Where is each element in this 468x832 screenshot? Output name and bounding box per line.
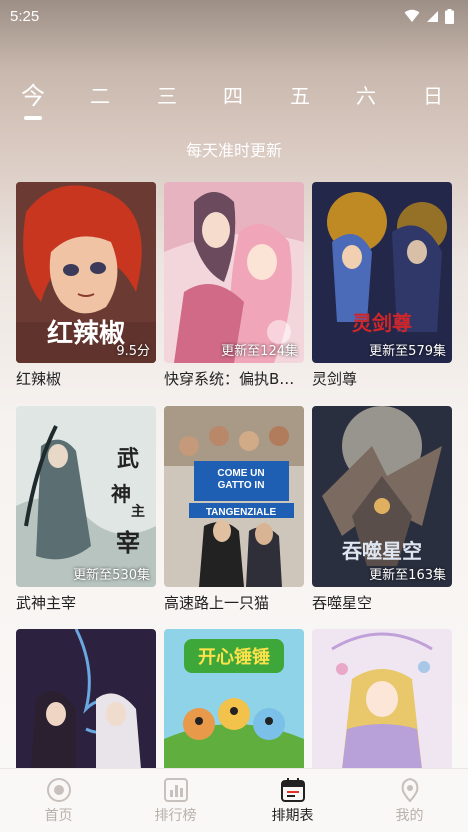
svg-text:COME UN: COME UN — [217, 468, 264, 479]
anime-cover[interactable]: COME UN GATTO IN TANGENZIALE — [164, 406, 304, 587]
nav-home[interactable]: 首页 — [0, 769, 117, 832]
episode-badge: 更新至163集 — [369, 568, 446, 583]
active-tab-indicator — [24, 116, 42, 120]
tab-thursday[interactable]: 四 — [213, 80, 253, 112]
anime-cover[interactable]: 更新至124集 — [164, 182, 304, 363]
nav-home-label: 首页 — [44, 807, 73, 824]
bottom-nav: 首页 排行榜 排期表 我的 — [0, 768, 468, 832]
anime-cover[interactable] — [312, 629, 452, 768]
anime-cover[interactable]: 吞噬星空 更新至163集 — [312, 406, 452, 587]
score-badge: 9.5分 — [116, 344, 150, 359]
anime-card[interactable]: 红辣椒 9.5分 红辣椒 — [16, 182, 156, 389]
anime-card[interactable]: 开心锤锤 — [164, 629, 304, 768]
calendar-icon — [280, 777, 305, 802]
anime-card[interactable]: 武 神 主 宰 更新至530集 武神主宰 — [16, 406, 156, 613]
nav-schedule[interactable]: 排期表 — [234, 769, 351, 832]
tab-friday[interactable]: 五 — [280, 80, 320, 112]
anime-title[interactable]: 灵剑尊 — [312, 369, 452, 389]
cover-title-text: 开心锤锤 — [198, 646, 270, 668]
anime-card[interactable] — [16, 629, 156, 768]
tab-wednesday[interactable]: 三 — [147, 80, 187, 112]
cover-title-text: 吞噬星空 — [342, 539, 422, 563]
svg-text:主: 主 — [131, 503, 145, 520]
svg-text:GATTO IN: GATTO IN — [218, 480, 265, 491]
anime-cover[interactable]: 红辣椒 9.5分 — [16, 182, 156, 363]
tab-tuesday[interactable]: 二 — [80, 80, 120, 112]
anime-title[interactable]: 武神主宰 — [16, 593, 156, 613]
anime-card[interactable]: 吞噬星空 更新至163集 吞噬星空 — [312, 406, 452, 613]
anime-title[interactable]: 快穿系统：偏执B… — [164, 369, 304, 389]
anime-cover[interactable]: 灵剑尊 更新至579集 — [312, 182, 452, 363]
anime-card[interactable]: 灵剑尊 更新至579集 灵剑尊 — [312, 182, 452, 389]
tab-today[interactable]: 今 — [13, 80, 53, 112]
anime-card[interactable]: COME UN GATTO IN TANGENZIALE 高速路上一只猫 — [164, 406, 304, 613]
svg-text:神: 神 — [111, 482, 131, 506]
nav-ranking-label: 排行榜 — [154, 807, 197, 824]
anime-cover[interactable]: 武 神 主 宰 更新至530集 — [16, 406, 156, 587]
anime-card[interactable]: 更新至124集 快穿系统：偏执B… — [164, 182, 304, 389]
nav-ranking[interactable]: 排行榜 — [117, 769, 234, 832]
nav-schedule-label: 排期表 — [271, 807, 314, 824]
svg-text:宰: 宰 — [116, 528, 140, 557]
cover-title-text: 红辣椒 — [47, 318, 125, 349]
svg-text:TANGENZIALE: TANGENZIALE — [206, 507, 277, 518]
tab-sunday[interactable]: 日 — [413, 80, 453, 112]
episode-badge: 更新至579集 — [369, 344, 446, 359]
schedule-subtitle: 每天准时更新 — [185, 141, 282, 160]
episode-badge: 更新至124集 — [221, 344, 298, 359]
chart-icon — [163, 777, 188, 802]
episode-badge: 更新至530集 — [73, 568, 150, 583]
day-tabs: 今 二 三 四 五 六 日 — [0, 80, 468, 120]
tab-saturday[interactable]: 六 — [346, 80, 386, 112]
anime-title[interactable]: 吞噬星空 — [312, 593, 452, 613]
anime-title[interactable]: 高速路上一只猫 — [164, 593, 304, 613]
anime-cover[interactable]: 开心锤锤 — [164, 629, 304, 768]
anime-card[interactable] — [312, 629, 452, 768]
cover-title-text: 灵剑尊 — [352, 311, 412, 335]
nav-profile-label: 我的 — [395, 807, 424, 824]
nav-profile[interactable]: 我的 — [351, 769, 468, 832]
anime-title[interactable]: 红辣椒 — [16, 369, 156, 389]
anime-cover[interactable] — [16, 629, 156, 768]
profile-icon — [401, 777, 418, 802]
home-icon — [46, 777, 71, 802]
cover-title-text: 武 — [117, 446, 139, 472]
